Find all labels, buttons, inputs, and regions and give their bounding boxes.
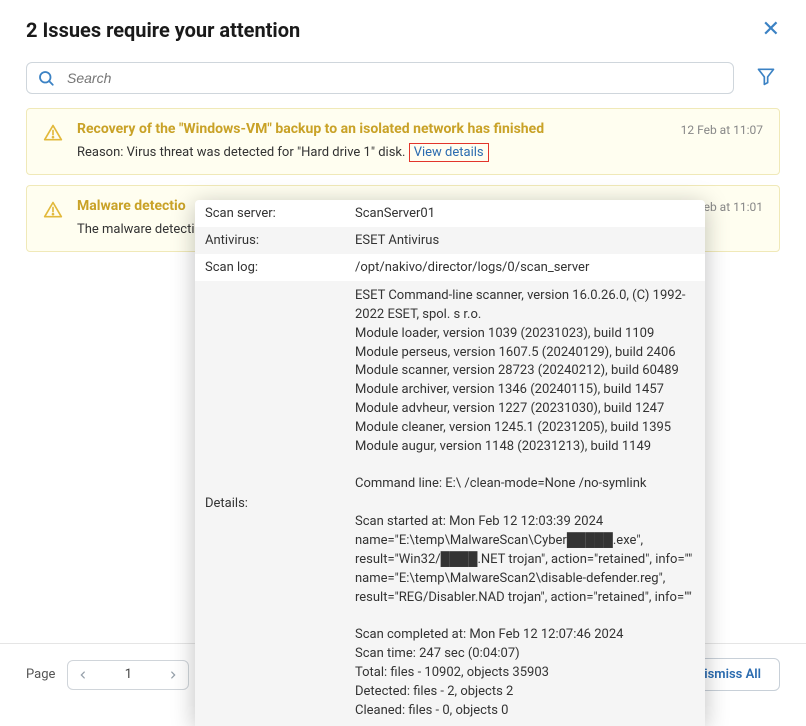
search-input[interactable] bbox=[65, 69, 723, 87]
scan-details-popover: Scan server: ScanServer01 Antivirus: ESE… bbox=[195, 200, 705, 726]
page-control: 1 bbox=[67, 660, 189, 690]
issue-timestamp: Feb at 11:01 bbox=[697, 200, 763, 237]
filter-icon[interactable] bbox=[752, 62, 780, 94]
view-details-link[interactable]: View details bbox=[409, 143, 489, 162]
scan-server-label: Scan server: bbox=[195, 200, 345, 227]
issue-reason: Reason: Virus threat was detected for "H… bbox=[77, 145, 667, 160]
issue-timestamp: 12 Feb at 11:07 bbox=[681, 123, 763, 160]
scan-server-value: ScanServer01 bbox=[345, 200, 705, 227]
page-number: 1 bbox=[98, 667, 158, 682]
antivirus-value: ESET Antivirus bbox=[345, 227, 705, 254]
issue-title: Recovery of the "Windows-VM" backup to a… bbox=[77, 121, 667, 137]
scan-log-label: Scan log: bbox=[195, 254, 345, 281]
page-title: 2 Issues require your attention bbox=[26, 18, 300, 42]
issue-card: Recovery of the "Windows-VM" backup to a… bbox=[26, 108, 780, 175]
details-value: ESET Command-line scanner, version 16.0.… bbox=[345, 281, 705, 726]
warning-icon bbox=[43, 123, 63, 160]
warning-icon bbox=[43, 200, 63, 237]
page-label: Page bbox=[26, 667, 55, 682]
details-label: Details: bbox=[195, 281, 345, 726]
issue-reason-text: Reason: Virus threat was detected for "H… bbox=[77, 145, 405, 160]
page-next-button[interactable] bbox=[158, 661, 188, 689]
search-field[interactable] bbox=[26, 62, 734, 94]
search-icon bbox=[37, 69, 55, 87]
antivirus-label: Antivirus: bbox=[195, 227, 345, 254]
close-icon[interactable]: ✕ bbox=[762, 19, 780, 41]
page-prev-button[interactable] bbox=[68, 661, 98, 689]
scan-log-value: /opt/nakivo/director/logs/0/scan_server bbox=[345, 254, 705, 281]
